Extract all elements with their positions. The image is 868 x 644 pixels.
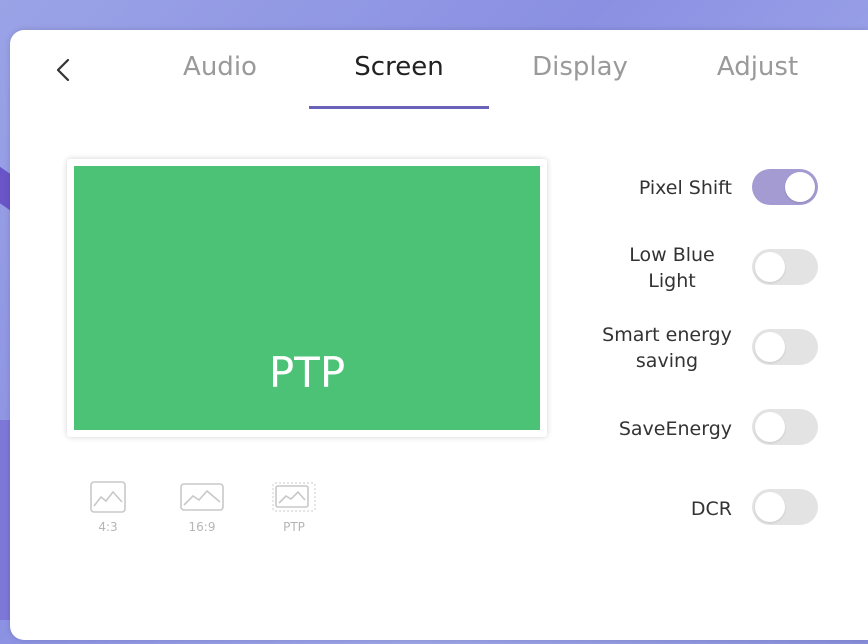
dcr-toggle[interactable] <box>752 489 818 525</box>
smart-energy-saving-label: Smart energy saving <box>602 324 732 372</box>
low-blue-light-toggle[interactable] <box>752 249 818 285</box>
settings-panel: Audio Screen Display Adjust PTP 4:3 16:9… <box>10 30 868 640</box>
tab-audio[interactable]: Audio <box>160 52 280 92</box>
landscape-image-icon <box>272 482 316 512</box>
toggle-knob <box>755 252 785 282</box>
tab-display[interactable]: Display <box>515 52 645 92</box>
low-blue-light-label: Low Blue Light <box>629 244 715 292</box>
pixel-shift-toggle[interactable] <box>752 169 818 205</box>
chevron-left-icon <box>56 58 70 82</box>
save-energy-toggle[interactable] <box>752 409 818 445</box>
aspect-ratio-label: 4:3 <box>98 520 118 534</box>
aspect-ratio-4-3-button[interactable]: 4:3 <box>78 480 138 550</box>
toggle-knob <box>755 332 785 362</box>
landscape-image-icon <box>180 483 224 511</box>
aspect-ratio-label: 16:9 <box>188 520 216 534</box>
dcr-label: DCR <box>690 498 732 520</box>
landscape-image-icon <box>90 481 126 513</box>
save-energy-label: SaveEnergy <box>618 418 732 440</box>
back-button[interactable] <box>48 52 78 88</box>
preview-mode-label: PTP <box>268 348 346 397</box>
tab-adjust[interactable]: Adjust <box>695 52 820 92</box>
aspect-ratio-label: PTP <box>283 520 305 534</box>
active-tab-indicator <box>309 106 489 109</box>
toggle-knob <box>785 172 815 202</box>
toggle-knob <box>755 492 785 522</box>
screen-preview-area: PTP <box>74 166 540 430</box>
aspect-ratio-ptp-button[interactable]: PTP <box>264 480 324 550</box>
toggle-knob <box>755 412 785 442</box>
screen-preview: PTP <box>67 159 547 437</box>
tab-screen[interactable]: Screen <box>339 52 459 92</box>
aspect-ratio-16-9-button[interactable]: 16:9 <box>172 480 232 550</box>
smart-energy-saving-toggle[interactable] <box>752 329 818 365</box>
pixel-shift-label: Pixel Shift <box>638 177 732 199</box>
